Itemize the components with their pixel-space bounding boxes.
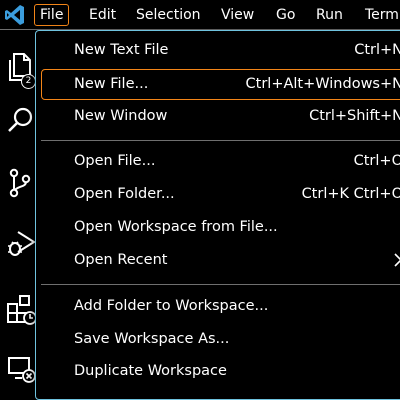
menu-item-shortcut: Ctrl+Shift+N [309, 108, 400, 124]
run-debug-activity[interactable] [0, 220, 40, 264]
menu-separator [41, 140, 400, 141]
vscode-logo-icon [0, 0, 34, 30]
menu-edit[interactable]: Edit [84, 4, 121, 26]
menu-item-new-window[interactable]: New Window Ctrl+Shift+N [41, 101, 400, 132]
extensions-icon [7, 295, 36, 325]
source-control-icon [9, 168, 31, 198]
menu-item-open-recent[interactable]: Open Recent [41, 245, 400, 276]
menu-item-shortcut: Ctrl+K Ctrl+O [301, 186, 400, 202]
file-menu-dropdown: New Text File Ctrl+N New File... Ctrl+Al… [35, 30, 400, 400]
menu-selection[interactable]: Selection [131, 4, 206, 26]
menu-item-label: Duplicate Workspace [74, 363, 227, 379]
menu-bar: File Edit Selection View Go Run Term [0, 0, 400, 30]
menu-item-new-text-file[interactable]: New Text File Ctrl+N [41, 35, 400, 66]
menu-separator [41, 284, 400, 285]
menu-item-label: Open Workspace from File... [74, 219, 278, 235]
menu-item-open-file[interactable]: Open File... Ctrl+O [41, 146, 400, 177]
menu-item-shortcut: Ctrl+O [353, 153, 400, 169]
menu-item-new-file[interactable]: New File... Ctrl+Alt+Windows+N [41, 69, 400, 100]
search-activity[interactable] [0, 98, 40, 142]
menu-file[interactable]: File [34, 4, 70, 26]
menu-go[interactable]: Go [271, 4, 300, 26]
menu-item-label: New Window [74, 108, 168, 124]
menu-item-label: New Text File [74, 42, 169, 58]
menu-run[interactable]: Run [311, 4, 348, 26]
menu-item-save-workspace-as[interactable]: Save Workspace As... [41, 324, 400, 355]
run-debug-icon [8, 231, 36, 256]
menu-item-label: Open Folder... [74, 186, 175, 202]
chevron-right-icon [391, 251, 400, 273]
menu-item-duplicate-workspace[interactable]: Duplicate Workspace [41, 356, 400, 387]
extensions-activity[interactable] [0, 286, 40, 330]
menu-item-label: Add Folder to Workspace... [74, 298, 269, 314]
menu-item-open-folder[interactable]: Open Folder... Ctrl+K Ctrl+O [41, 179, 400, 210]
menu-item-shortcut: Ctrl+N [354, 42, 400, 58]
menu-item-shortcut: Ctrl+Alt+Windows+N [245, 76, 400, 92]
menu-view[interactable]: View [216, 4, 259, 26]
explorer-activity[interactable]: 2 [0, 44, 40, 89]
menu-item-add-folder-to-workspace[interactable]: Add Folder to Workspace... [41, 291, 400, 322]
explorer-badge: 2 [21, 74, 36, 89]
menu-item-label: New File... [74, 76, 149, 92]
search-icon [8, 107, 33, 132]
menu-item-open-workspace-from-file[interactable]: Open Workspace from File... [41, 212, 400, 243]
menu-terminal[interactable]: Term [360, 4, 400, 26]
menu-item-label: Open Recent [74, 252, 168, 268]
menu-item-label: Open File... [74, 153, 156, 169]
menu-item-label: Save Workspace As... [74, 331, 230, 347]
source-control-activity[interactable] [0, 160, 40, 204]
remote-explorer-activity[interactable] [0, 344, 40, 388]
remote-explorer-icon [8, 357, 36, 383]
